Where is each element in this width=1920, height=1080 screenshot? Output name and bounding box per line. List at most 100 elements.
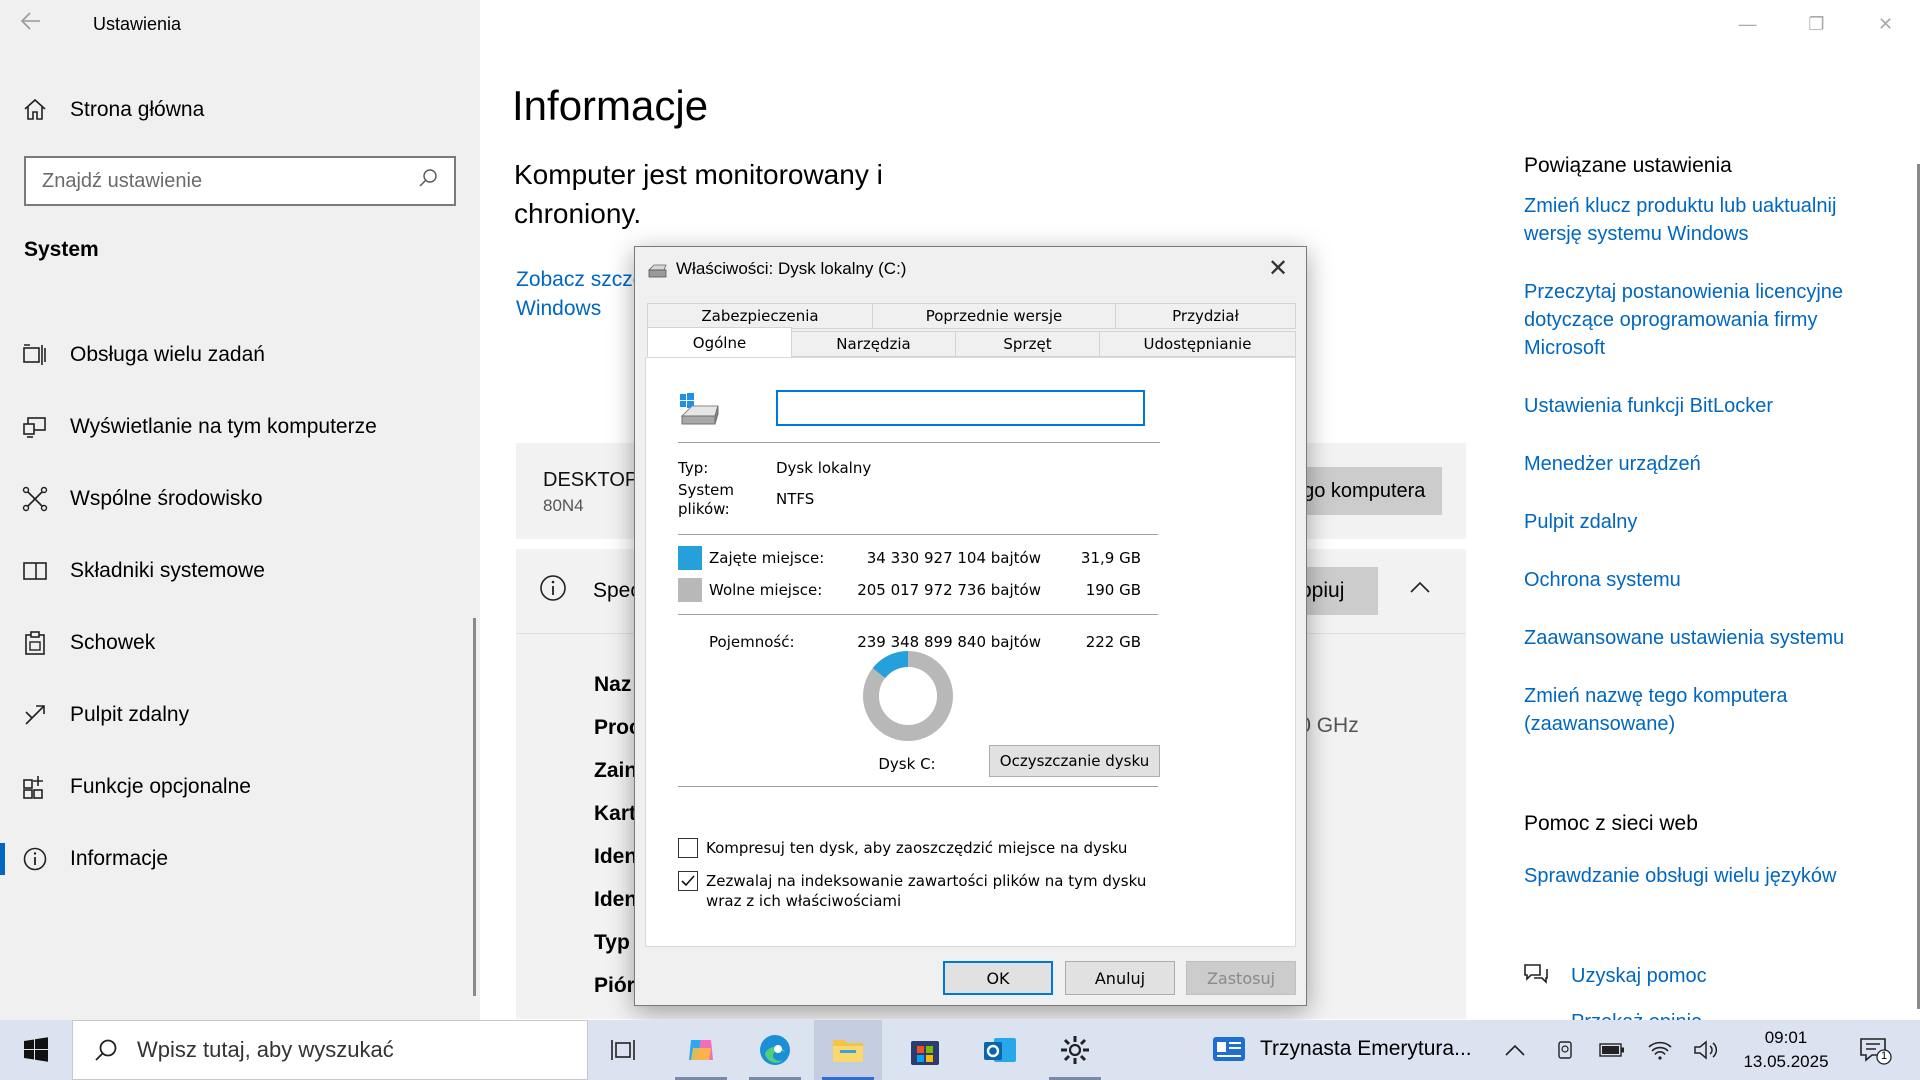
sidebar-item-home[interactable]: Strona główna [0,82,480,138]
cancel-button[interactable]: Anuluj [1065,961,1175,995]
tab-quota[interactable]: Przydział [1115,303,1296,329]
minimize-button[interactable]: — [1713,0,1782,48]
divider [678,614,1158,616]
tab-security[interactable]: Zabezpieczenia [647,303,873,329]
related-link-system-protection[interactable]: Ochrona systemu [1524,566,1884,594]
free-space-gb: 190 GB [1085,581,1141,599]
related-link-license[interactable]: Przeczytaj postanowienia licencyjne doty… [1524,278,1884,362]
page-title: Informacje [512,82,709,129]
index-label: Zezwalaj na indeksowanie zawartości plik… [706,872,1147,910]
ok-button[interactable]: OK [943,961,1053,995]
meet-now-icon[interactable] [1552,1037,1578,1063]
back-arrow-icon[interactable] [20,10,52,40]
free-space-bytes: 205 017 972 736 bajtów [857,581,1041,599]
close-button[interactable]: ✕ [1851,0,1920,48]
sidebar-item-optional-features[interactable]: Funkcje opcjonalne [0,759,480,815]
feedback-link[interactable]: Przekaż opinię [1571,1008,1871,1020]
spec-label: Iden [594,845,638,868]
notification-center-icon[interactable]: 1 [1856,1037,1894,1065]
restore-button[interactable]: ❐ [1782,0,1851,48]
disk-cleanup-button[interactable]: Oczyszczanie dysku [989,745,1160,777]
compress-checkbox[interactable] [678,838,698,858]
system-components-icon [0,558,70,584]
shared-experiences-icon [0,486,70,512]
settings-icon[interactable] [1045,1024,1105,1080]
related-link-rename-pc[interactable]: Zmień nazwę tego komputera (zaawansowane… [1524,682,1884,738]
free-space-swatch [678,578,702,602]
clock[interactable]: 09:01 13.05.2025 [1738,1026,1834,1074]
task-view-icon[interactable] [594,1024,654,1076]
web-help-heading: Pomoc z sieci web [1524,812,1698,835]
outlook-icon[interactable] [970,1024,1030,1076]
home-icon [0,97,70,123]
taskbar-window-button[interactable]: Trzynasta Emerytura... [1212,1034,1472,1064]
remote-desktop-icon [0,702,70,728]
sidebar-item-about[interactable]: Informacje [0,831,480,887]
sidebar-scrollbar[interactable] [473,618,476,996]
sidebar-item-projecting[interactable]: Wyświetlanie na tym komputerze [0,399,480,455]
close-icon[interactable]: ✕ [1260,253,1296,283]
divider [678,442,1160,444]
tab-tools[interactable]: Narzędzia [791,331,956,357]
used-space-gb: 31,9 GB [1080,549,1141,567]
help-chat-icon [1522,961,1550,989]
chevron-up-icon[interactable] [1407,575,1433,601]
type-value: Dysk lokalny [776,459,872,477]
related-link-bitlocker[interactable]: Ustawienia funkcji BitLocker [1524,392,1884,420]
sidebar-item-label: Obsługa wielu zadań [70,343,265,366]
drive-label-input[interactable] [776,390,1145,426]
sidebar-item-label: Wspólne środowisko [70,487,263,510]
search-icon [418,168,438,194]
tab-hardware[interactable]: Sprzęt [955,331,1100,357]
search-input[interactable]: Znajdź ustawienie [24,156,456,206]
dialog-title: Właściwości: Dysk lokalny (C:) [676,259,907,278]
donut-used-arc [872,651,909,679]
wifi-icon[interactable] [1647,1037,1673,1063]
divider [678,786,1158,788]
capacity-gb: 222 GB [1085,633,1141,651]
sidebar-item-label: Schowek [70,631,156,654]
tab-sharing[interactable]: Udostępnianie [1099,331,1296,357]
sidebar-item-label: Składniki systemowe [70,559,265,582]
sidebar-item-clipboard[interactable]: Schowek [0,615,480,671]
web-link-languages[interactable]: Sprawdzanie obsługi wielu języków [1524,862,1884,890]
index-checkbox[interactable] [678,871,698,891]
chevron-up-icon[interactable] [1502,1037,1528,1063]
volume-icon[interactable] [1693,1037,1719,1063]
taskbar-search[interactable]: Wpisz tutaj, aby wyszukać [72,1020,588,1080]
clipboard-icon [0,630,70,656]
microsoft-store-icon[interactable] [895,1024,955,1076]
notification-count: 1 [1880,1050,1888,1062]
copilot-icon[interactable] [671,1024,731,1080]
taskbar-search-placeholder: Wpisz tutaj, aby wyszukać [137,1037,394,1062]
filesystem-value: NTFS [776,490,815,508]
file-explorer-icon[interactable] [818,1024,878,1080]
capacity-bytes: 239 348 899 840 bajtów [857,633,1041,651]
tab-previous-versions[interactable]: Poprzednie wersje [872,303,1116,329]
compress-label: Kompresuj ten dysk, aby zaoszczędzić mie… [706,839,1128,857]
related-link-device-manager[interactable]: Menedżer urządzeń [1524,450,1884,478]
sidebar-item-label: Wyświetlanie na tym komputerze [70,415,377,438]
divider [678,534,1158,536]
apply-button[interactable]: Zastosuj [1186,961,1296,995]
sidebar-item-multitasking[interactable]: Obsługa wielu zadań [0,327,480,383]
windows-start-icon[interactable] [14,1032,58,1068]
sidebar-item-label: Pulpit zdalny [70,703,190,726]
optional-features-icon [0,774,70,800]
related-link-advanced-system[interactable]: Zaawansowane ustawienia systemu [1524,624,1884,652]
projecting-icon [0,414,70,440]
active-indicator [0,843,5,875]
sidebar-item-remote-desktop[interactable]: Pulpit zdalny [0,687,480,743]
drive-letter-label: Dysk C: [878,755,936,773]
spec-label: Typ [594,931,630,954]
related-settings-heading: Powiązane ustawienia [1524,154,1732,177]
sidebar-item-system-components[interactable]: Składniki systemowe [0,543,480,599]
get-help-link[interactable]: Uzyskaj pomoc [1571,962,1871,990]
clock-date: 13.05.2025 [1743,1052,1829,1071]
related-link-remote-desktop[interactable]: Pulpit zdalny [1524,508,1884,536]
related-link-product-key[interactable]: Zmień klucz produktu lub uaktualnij wers… [1524,192,1884,248]
tab-general[interactable]: Ogólne [647,327,792,357]
edge-icon[interactable] [745,1024,805,1080]
sidebar-item-shared-experiences[interactable]: Wspólne środowisko [0,471,480,527]
battery-icon[interactable] [1599,1037,1625,1063]
